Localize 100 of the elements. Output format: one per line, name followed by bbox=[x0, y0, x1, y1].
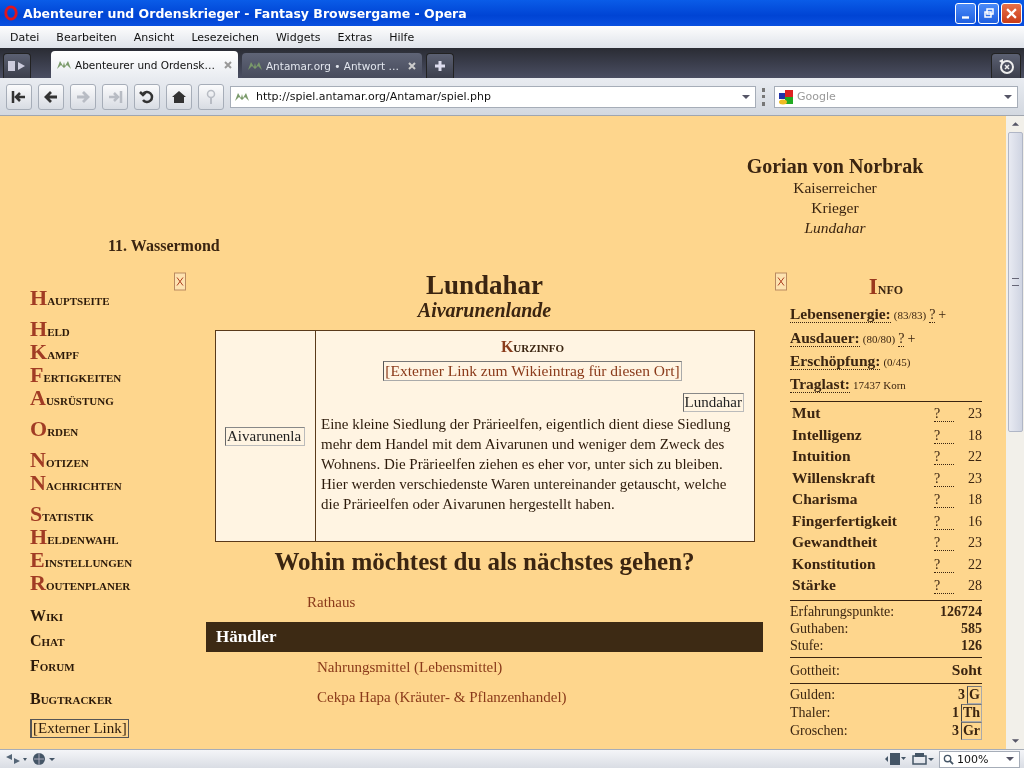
nav-link[interactable]: Held bbox=[30, 318, 70, 341]
stat-value: (80/80) bbox=[862, 332, 896, 347]
browser-tab[interactable]: Antamar.org • Antwort … bbox=[241, 53, 422, 78]
nav-link[interactable]: Statistik bbox=[30, 503, 94, 526]
help-link[interactable]: ? bbox=[934, 578, 954, 594]
stat-value: 3 bbox=[951, 721, 959, 740]
info-heading: Info bbox=[867, 276, 905, 300]
stat-value: (0/45) bbox=[883, 355, 911, 370]
nav-link[interactable]: Orden bbox=[30, 418, 79, 441]
address-field[interactable]: http://spiel.antamar.org/Antamar/spiel.php bbox=[230, 85, 756, 108]
minimize-icon bbox=[962, 15, 969, 19]
question-heading: Wohin möchtest du als nächstes gehen? bbox=[273, 547, 696, 577]
attribute-value: 16 bbox=[967, 512, 982, 531]
attribute-name: Fingerfertigkeit bbox=[791, 510, 898, 531]
help-link[interactable]: ? bbox=[934, 427, 954, 444]
attribute-name: Intuition bbox=[791, 446, 852, 466]
sync-icon[interactable] bbox=[4, 752, 28, 766]
attribute-value: 23 bbox=[967, 469, 982, 488]
nav-link[interactable]: Routenplaner bbox=[30, 572, 131, 595]
stat-value: 17437 Korn bbox=[853, 378, 906, 393]
restore-button[interactable] bbox=[978, 2, 999, 24]
menu-item[interactable]: Lesezeichen bbox=[191, 30, 259, 44]
close-button[interactable] bbox=[1001, 2, 1022, 24]
nav-link[interactable]: Notizen bbox=[30, 449, 89, 472]
reload-button[interactable] bbox=[134, 83, 160, 110]
printer-icon[interactable] bbox=[911, 752, 935, 766]
game-date: 11. Wassermond bbox=[107, 236, 221, 256]
menu-item[interactable]: Widgets bbox=[276, 30, 321, 44]
attribute-value: 22 bbox=[967, 555, 982, 574]
nav-link[interactable]: Ausrüstung bbox=[30, 387, 114, 410]
window-title: Abenteurer und Ordenskrieger - Fantasy Browsergame - Opera bbox=[23, 5, 468, 21]
attribute-value: 28 bbox=[967, 577, 982, 595]
shop-link[interactable]: Nahrungsmittel (Lebensmittel) bbox=[317, 652, 763, 682]
help-link[interactable]: ? bbox=[934, 470, 954, 487]
home-button[interactable] bbox=[166, 83, 192, 110]
help-link[interactable]: ? bbox=[898, 331, 905, 347]
stat-label: Stufe: bbox=[790, 636, 824, 654]
help-link[interactable]: ? bbox=[934, 406, 954, 422]
nav-link[interactable]: Bugtracker bbox=[30, 686, 113, 711]
nav-link[interactable]: Forum bbox=[30, 653, 75, 678]
plus-link[interactable]: + bbox=[907, 327, 916, 350]
menu-item[interactable]: Ansicht bbox=[133, 30, 175, 44]
minimize-button[interactable] bbox=[955, 2, 976, 24]
first-button[interactable] bbox=[6, 83, 32, 110]
stat-label: Lebensenergie: bbox=[790, 305, 891, 323]
menu-item[interactable]: Bearbeiten bbox=[56, 30, 117, 44]
section-header: Händler bbox=[206, 622, 763, 652]
shop-link[interactable]: Cekpa Hapa (Kräuter- & Pflanzenhandel) bbox=[317, 682, 763, 712]
stat-value: 3 bbox=[958, 685, 966, 704]
hero-detail: Krieger bbox=[810, 198, 860, 218]
attribute-name: Mut bbox=[791, 403, 822, 423]
new-tab-button[interactable] bbox=[426, 53, 454, 78]
plus-link[interactable]: + bbox=[938, 303, 947, 326]
search-icon bbox=[943, 753, 954, 765]
attribute-name: Konstitution bbox=[791, 553, 877, 574]
coin-alt-text: Th bbox=[960, 703, 982, 722]
hero-detail: Kaiserreicher bbox=[792, 178, 878, 198]
external-link[interactable]: [Externer Link] bbox=[30, 719, 129, 738]
help-link[interactable]: ? bbox=[929, 307, 936, 323]
destination-link[interactable]: Rathaus bbox=[307, 592, 763, 612]
close-icon[interactable] bbox=[407, 60, 417, 71]
zoom-field[interactable]: 100% bbox=[939, 750, 1020, 768]
help-link[interactable]: ? bbox=[934, 449, 954, 465]
back-button[interactable] bbox=[38, 83, 64, 110]
hero-location: Lundahar bbox=[803, 218, 867, 238]
last-icon bbox=[107, 88, 123, 105]
nav-link[interactable]: Einstellungen bbox=[30, 549, 133, 572]
scrollbar[interactable] bbox=[1006, 116, 1024, 749]
attribute-name: Gewandtheit bbox=[791, 532, 879, 552]
nav-link[interactable]: Nachrichten bbox=[30, 472, 122, 495]
nav-link[interactable]: Kampf bbox=[30, 341, 79, 364]
panel-toggle-button[interactable] bbox=[3, 53, 31, 78]
stat-value: 585 bbox=[961, 619, 982, 637]
nav-link[interactable]: Fertigkeiten bbox=[30, 364, 122, 387]
help-link[interactable]: ? bbox=[934, 556, 954, 573]
browser-tab[interactable]: Abenteurer und Ordensk… bbox=[51, 51, 238, 78]
place-description: Eine kleine Siedlung der Prärieelfen, eigentlich dient diese Siedlung mehr dem Handel mit dem Aivarunen und weniger dem Zweck des Wohnens. Die Prärieelfen ziehen es eher vor, unter sich zu bleiben. Hier werden verschiedenste Waren untereinander getauscht, welche die Prärieelfen oder Aivarunen hergestellt haben. bbox=[321, 415, 732, 514]
attribute-name: Intelligenz bbox=[791, 424, 863, 445]
nav-link[interactable]: Chat bbox=[30, 628, 65, 653]
attribute-value: 18 bbox=[967, 426, 982, 445]
stat-label: Traglast: bbox=[790, 375, 850, 393]
help-link[interactable]: ? bbox=[934, 535, 954, 551]
nav-link[interactable]: Hauptseite bbox=[30, 287, 110, 310]
coin-alt-text: G bbox=[967, 685, 982, 704]
document-icon[interactable] bbox=[883, 752, 907, 766]
menu-item[interactable]: Hilfe bbox=[389, 30, 415, 44]
close-icon[interactable] bbox=[222, 59, 233, 70]
help-link[interactable]: ? bbox=[934, 492, 954, 508]
help-link[interactable]: ? bbox=[934, 513, 954, 530]
globe-icon[interactable] bbox=[32, 752, 56, 766]
attribute-value: 23 bbox=[967, 534, 982, 552]
nav-link[interactable]: Heldenwahl bbox=[30, 526, 119, 549]
closed-tabs-button[interactable] bbox=[991, 53, 1021, 78]
stat-label: Guthaben: bbox=[790, 619, 849, 637]
region-name: Aivarunenlande bbox=[415, 299, 553, 321]
menu-item[interactable]: Extras bbox=[337, 30, 373, 44]
menu-item[interactable]: Datei bbox=[10, 30, 40, 44]
reload-icon bbox=[139, 88, 155, 105]
nav-link[interactable]: Wiki bbox=[30, 603, 64, 628]
wiki-link[interactable]: [Externer Link zum Wikieintrag für diesen Ort] bbox=[383, 361, 682, 381]
